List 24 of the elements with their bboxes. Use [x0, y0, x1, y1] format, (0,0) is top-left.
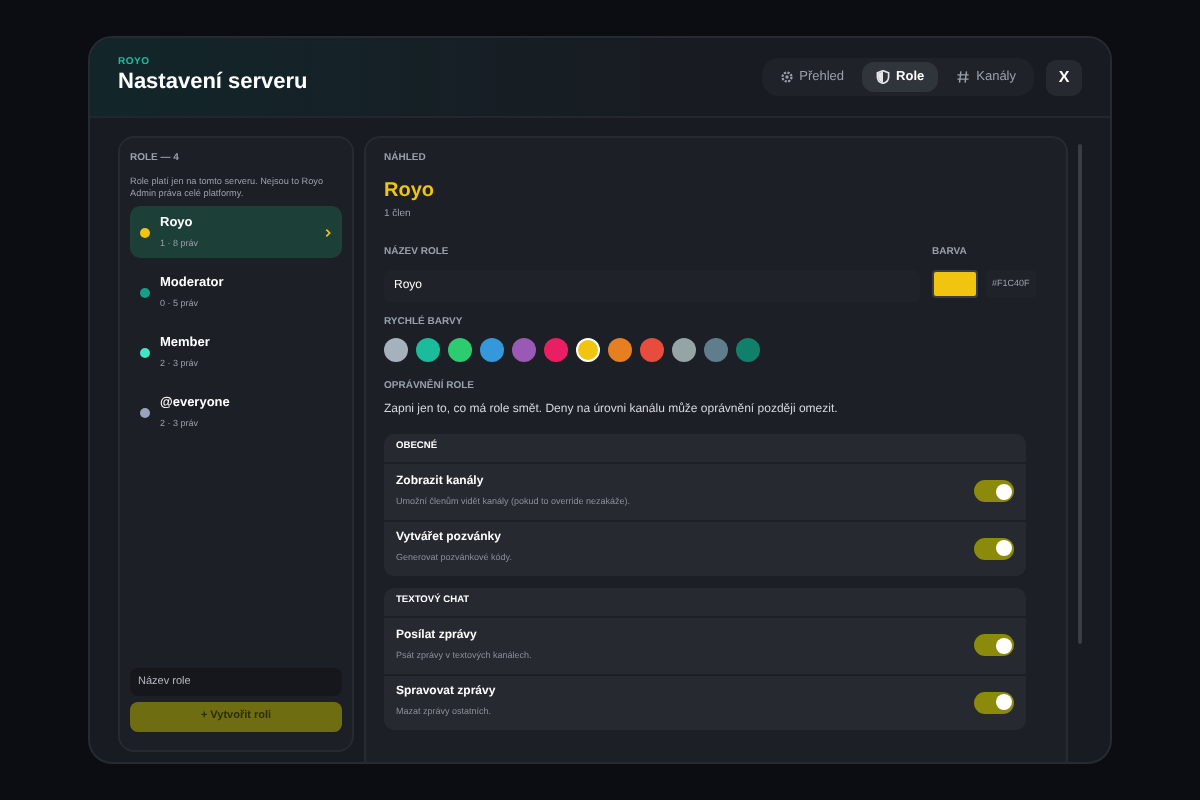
- color-option[interactable]: [544, 338, 568, 362]
- hash-icon: [956, 70, 971, 84]
- color-swatch[interactable]: [932, 269, 978, 298]
- chevron-icon: [324, 227, 332, 238]
- dialog-title: Nastavení serveru: [118, 70, 308, 99]
- color-option[interactable]: [736, 338, 760, 362]
- color-option[interactable]: [384, 338, 408, 362]
- toggle-switch[interactable]: [974, 691, 1014, 713]
- color-option[interactable]: [672, 338, 696, 362]
- gear-icon: [779, 70, 794, 84]
- color-option[interactable]: [576, 338, 600, 362]
- toggle-switch[interactable]: [974, 634, 1014, 656]
- color-option[interactable]: [704, 338, 728, 362]
- color-option[interactable]: [448, 338, 472, 362]
- color-option[interactable]: [512, 338, 536, 362]
- toggle-switch[interactable]: [974, 480, 1014, 502]
- shield-icon: [876, 70, 891, 84]
- role-preview-name: Royo: [384, 177, 436, 205]
- color-option[interactable]: [608, 338, 632, 362]
- close-button[interactable]: X: [1046, 59, 1082, 95]
- toggle-switch[interactable]: [974, 537, 1014, 559]
- color-option[interactable]: [640, 338, 664, 362]
- color-option[interactable]: [416, 338, 440, 362]
- color-option[interactable]: [480, 338, 504, 362]
